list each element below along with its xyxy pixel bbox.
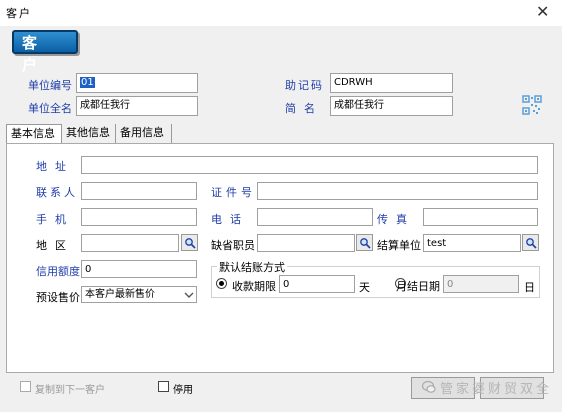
region-search-button[interactable] bbox=[181, 234, 198, 251]
staff-label: 缺省职员 bbox=[211, 239, 255, 252]
settlement-group-title: 默认结账方式 bbox=[217, 259, 287, 275]
id-field[interactable] bbox=[257, 182, 538, 200]
phone-label: 电话 bbox=[211, 213, 249, 226]
phone-field[interactable] bbox=[257, 208, 373, 226]
monthly-unit: 日 bbox=[524, 281, 535, 294]
mnemonic-value: CDRWH bbox=[334, 77, 373, 88]
staff-search-button[interactable] bbox=[356, 234, 373, 251]
basic-info-panel bbox=[6, 143, 554, 373]
fullname-value: 成都任我行 bbox=[80, 100, 130, 111]
mnemonic-label: 助记码 bbox=[285, 79, 324, 92]
mobile-label: 手机 bbox=[36, 213, 74, 226]
fullname-field[interactable]: 成都任我行 bbox=[76, 96, 198, 116]
shortname-field[interactable]: 成都任我行 bbox=[330, 96, 453, 116]
search-icon bbox=[525, 237, 537, 249]
fax-field[interactable] bbox=[423, 208, 538, 226]
watermark-text: 管家婆财贸双全 bbox=[440, 382, 553, 397]
qrcode-icon[interactable] bbox=[522, 95, 542, 115]
region-label: 地区 bbox=[36, 239, 74, 252]
contact-label: 联系人 bbox=[36, 186, 78, 199]
page-badge: 客 户 bbox=[12, 30, 78, 74]
settle-unit-label: 结算单位 bbox=[377, 239, 421, 252]
contact-field[interactable] bbox=[81, 182, 197, 200]
fax-label: 传真 bbox=[377, 213, 415, 226]
mobile-field[interactable] bbox=[81, 208, 197, 226]
code-value: 01 bbox=[80, 77, 95, 88]
wechat-icon bbox=[421, 380, 436, 394]
mnemonic-field[interactable]: CDRWH bbox=[330, 73, 453, 93]
tab-other-info[interactable]: 其他信息 bbox=[62, 124, 116, 144]
id-label: 证件号 bbox=[211, 186, 256, 199]
price-select[interactable]: 本客户最新售价 bbox=[81, 286, 197, 303]
copy-next-checkbox[interactable] bbox=[20, 381, 31, 392]
address-field[interactable] bbox=[81, 156, 538, 174]
disable-checkbox[interactable] bbox=[158, 381, 169, 392]
shortname-label: 简名 bbox=[285, 102, 323, 115]
code-field[interactable]: 01 bbox=[76, 73, 198, 93]
copy-next-label: 复制到下一客户 bbox=[35, 385, 105, 396]
settle-unit-field[interactable]: test bbox=[423, 234, 521, 252]
fullname-label: 单位全名 bbox=[28, 102, 72, 115]
title-bar bbox=[0, 0, 562, 26]
period-unit: 天 bbox=[359, 281, 370, 294]
shortname-value: 成都任我行 bbox=[334, 100, 384, 111]
period-field[interactable]: 0 bbox=[279, 275, 355, 293]
period-radio[interactable] bbox=[216, 278, 227, 289]
price-selected-value: 本客户最新售价 bbox=[85, 289, 155, 300]
disable-label: 停用 bbox=[173, 385, 193, 396]
credit-field[interactable]: 0 bbox=[81, 260, 197, 278]
credit-label: 信用额度 bbox=[36, 265, 80, 278]
price-label: 预设售价 bbox=[36, 291, 80, 304]
period-label: 收款期限 bbox=[232, 280, 276, 293]
tab-basic-info[interactable]: 基本信息 bbox=[6, 124, 62, 144]
settle-unit-search-button[interactable] bbox=[522, 234, 539, 251]
search-icon bbox=[359, 237, 371, 249]
search-icon bbox=[184, 237, 196, 249]
monthly-label: 月结日期 bbox=[396, 280, 440, 293]
monthly-field[interactable]: 0 bbox=[443, 275, 519, 293]
window-title: 客户 bbox=[6, 7, 32, 20]
staff-field[interactable] bbox=[257, 234, 355, 252]
close-icon[interactable]: ✕ bbox=[536, 2, 549, 21]
chevron-down-icon[interactable] bbox=[184, 290, 194, 300]
region-field[interactable] bbox=[81, 234, 179, 252]
address-label: 地址 bbox=[36, 160, 74, 173]
code-label: 单位编号 bbox=[28, 79, 72, 92]
tab-backup-info[interactable]: 备用信息 bbox=[116, 124, 172, 144]
